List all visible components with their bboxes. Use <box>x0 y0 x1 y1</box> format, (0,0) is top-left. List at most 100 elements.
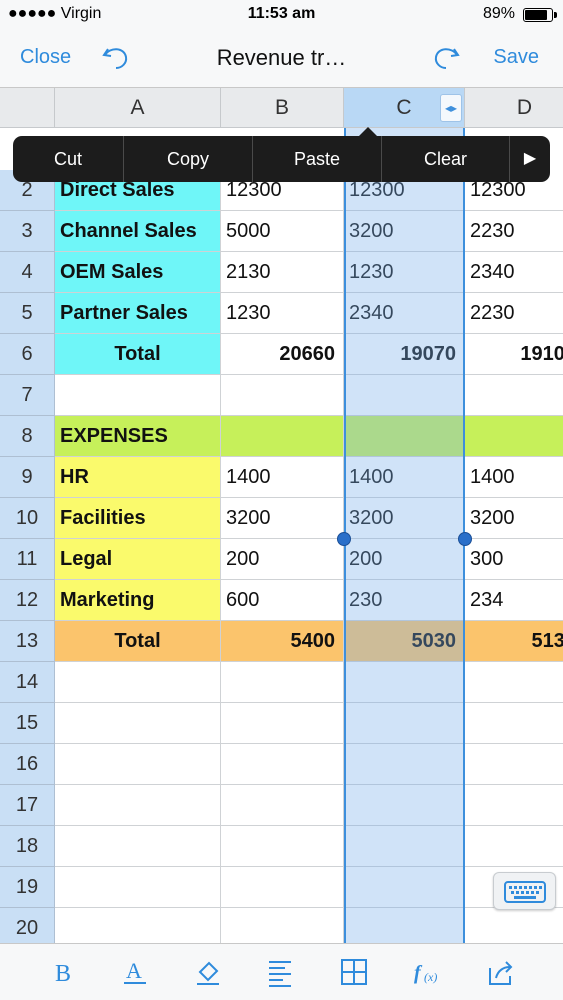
cut-button[interactable]: Cut <box>13 136 124 182</box>
bold-icon[interactable]: B <box>45 954 81 990</box>
cell-b11[interactable]: 200 <box>221 539 344 580</box>
cell-c20[interactable] <box>344 908 465 943</box>
cell-b16[interactable] <box>221 744 344 785</box>
cell-c19[interactable] <box>344 867 465 908</box>
keyboard-icon[interactable] <box>493 872 556 910</box>
selection-handle-right[interactable] <box>458 532 472 546</box>
row-header[interactable]: 12 <box>0 580 55 621</box>
row-header[interactable]: 19 <box>0 867 55 908</box>
align-icon[interactable] <box>263 954 299 990</box>
column-header-b[interactable]: B <box>221 88 344 128</box>
cell-c4[interactable]: 1230 <box>344 252 465 293</box>
cell-d9[interactable]: 1400 <box>465 457 563 498</box>
row-header[interactable]: 20 <box>0 908 55 943</box>
grid-corner[interactable] <box>0 88 55 128</box>
cell-b17[interactable] <box>221 785 344 826</box>
cell-b8[interactable] <box>221 416 344 457</box>
row-header[interactable]: 14 <box>0 662 55 703</box>
cell-b3[interactable]: 5000 <box>221 211 344 252</box>
cell-d18[interactable] <box>465 826 563 867</box>
cell-d15[interactable] <box>465 703 563 744</box>
clear-button[interactable]: Clear <box>382 136 510 182</box>
cell-d5[interactable]: 2230 <box>465 293 563 334</box>
column-header-a[interactable]: A <box>55 88 221 128</box>
cell-a15[interactable] <box>55 703 221 744</box>
cell-c11[interactable]: 200 <box>344 539 465 580</box>
cell-d12[interactable]: 234 <box>465 580 563 621</box>
cell-b19[interactable] <box>221 867 344 908</box>
row-header[interactable]: 5 <box>0 293 55 334</box>
cell-a8[interactable]: EXPENSES <box>55 416 221 457</box>
cell-c5[interactable]: 2340 <box>344 293 465 334</box>
row-header[interactable]: 13 <box>0 621 55 662</box>
cell-b12[interactable]: 600 <box>221 580 344 621</box>
cell-a4[interactable]: OEM Sales <box>55 252 221 293</box>
cell-d13[interactable]: 5134 <box>465 621 563 662</box>
font-color-icon[interactable]: A <box>117 954 153 990</box>
cell-d3[interactable]: 2230 <box>465 211 563 252</box>
redo-icon[interactable] <box>430 43 462 73</box>
row-header[interactable]: 16 <box>0 744 55 785</box>
cell-b20[interactable] <box>221 908 344 943</box>
cell-c3[interactable]: 3200 <box>344 211 465 252</box>
cell-d8[interactable] <box>465 416 563 457</box>
spreadsheet-grid[interactable]: A B C D 2 Direct Sales 12300 12300 12300 3 Channel… <box>0 88 563 943</box>
cell-b6[interactable]: 20660 <box>221 334 344 375</box>
row-header[interactable]: 3 <box>0 211 55 252</box>
cell-c14[interactable] <box>344 662 465 703</box>
cell-c10[interactable]: 3200 <box>344 498 465 539</box>
cell-a7[interactable] <box>55 375 221 416</box>
cell-c6[interactable]: 19070 <box>344 334 465 375</box>
cell-a13[interactable]: Total <box>55 621 221 662</box>
borders-icon[interactable] <box>336 954 372 990</box>
cell-a18[interactable] <box>55 826 221 867</box>
cell-b18[interactable] <box>221 826 344 867</box>
cell-a11[interactable]: Legal <box>55 539 221 580</box>
row-header[interactable]: 8 <box>0 416 55 457</box>
paste-button[interactable]: Paste <box>253 136 382 182</box>
cell-a17[interactable] <box>55 785 221 826</box>
row-header[interactable]: 10 <box>0 498 55 539</box>
save-button[interactable]: Save <box>493 46 539 69</box>
cell-c13[interactable]: 5030 <box>344 621 465 662</box>
cell-b14[interactable] <box>221 662 344 703</box>
more-options-button[interactable]: ▶ <box>510 136 550 182</box>
cell-a14[interactable] <box>55 662 221 703</box>
cell-b9[interactable]: 1400 <box>221 457 344 498</box>
cell-d6[interactable]: 19100 <box>465 334 563 375</box>
cell-d16[interactable] <box>465 744 563 785</box>
cell-a16[interactable] <box>55 744 221 785</box>
cell-d17[interactable] <box>465 785 563 826</box>
cell-a9[interactable]: HR <box>55 457 221 498</box>
row-header[interactable]: 4 <box>0 252 55 293</box>
row-header[interactable]: 15 <box>0 703 55 744</box>
cell-a19[interactable] <box>55 867 221 908</box>
cell-b5[interactable]: 1230 <box>221 293 344 334</box>
fill-color-icon[interactable] <box>190 954 226 990</box>
column-header-d[interactable]: D <box>465 88 563 128</box>
cell-a3[interactable]: Channel Sales <box>55 211 221 252</box>
row-header[interactable]: 11 <box>0 539 55 580</box>
cell-c9[interactable]: 1400 <box>344 457 465 498</box>
cell-c7[interactable] <box>344 375 465 416</box>
row-header[interactable]: 17 <box>0 785 55 826</box>
cell-c12[interactable]: 230 <box>344 580 465 621</box>
row-header[interactable]: 7 <box>0 375 55 416</box>
cell-b7[interactable] <box>221 375 344 416</box>
copy-button[interactable]: Copy <box>124 136 253 182</box>
cell-a10[interactable]: Facilities <box>55 498 221 539</box>
selection-handle-left[interactable] <box>337 532 351 546</box>
cell-b13[interactable]: 5400 <box>221 621 344 662</box>
cell-a6[interactable]: Total <box>55 334 221 375</box>
cell-d10[interactable]: 3200 <box>465 498 563 539</box>
function-icon[interactable]: f (x) <box>409 954 445 990</box>
cell-b15[interactable] <box>221 703 344 744</box>
cell-c17[interactable] <box>344 785 465 826</box>
cell-a5[interactable]: Partner Sales <box>55 293 221 334</box>
cell-d11[interactable]: 300 <box>465 539 563 580</box>
cell-c18[interactable] <box>344 826 465 867</box>
cell-d7[interactable] <box>465 375 563 416</box>
cell-b10[interactable]: 3200 <box>221 498 344 539</box>
cell-a20[interactable] <box>55 908 221 943</box>
cell-b4[interactable]: 2130 <box>221 252 344 293</box>
